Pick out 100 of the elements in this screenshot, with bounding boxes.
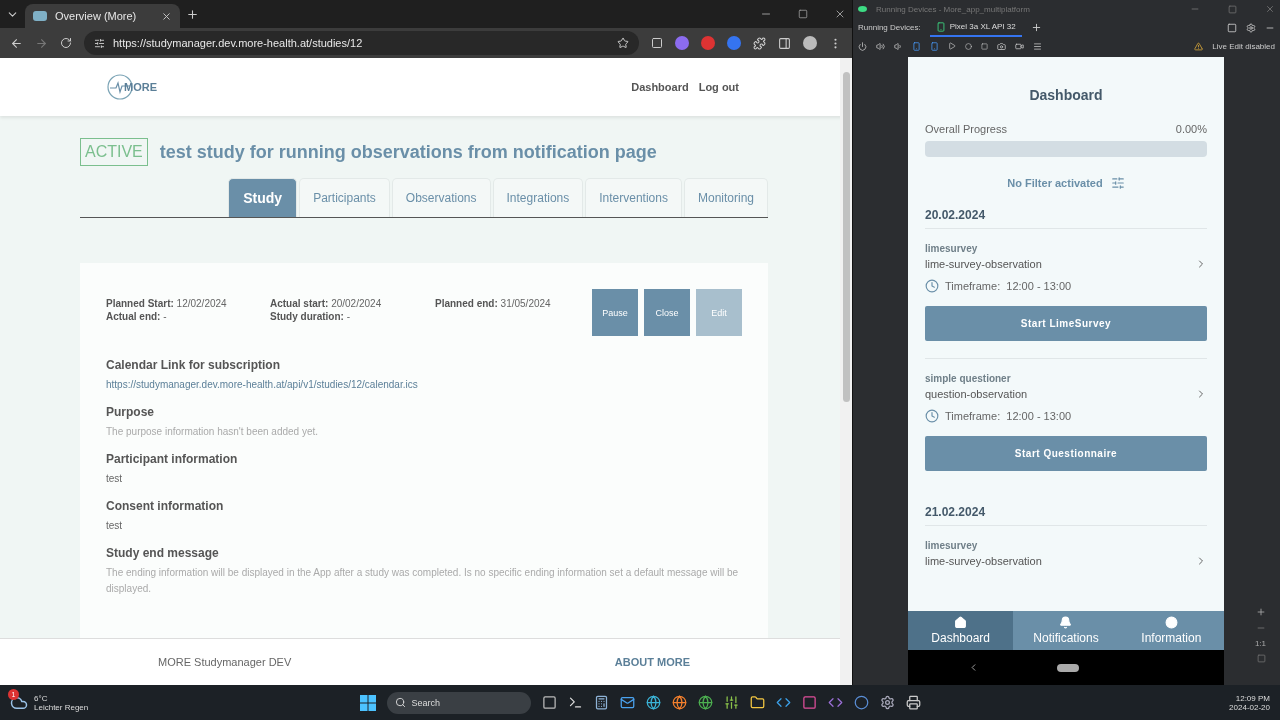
info-icon [1164,616,1178,629]
calendar-link[interactable]: https://studymanager.dev.more-health.at/api/v1/studies/12/calendar.ics [106,377,742,393]
rotate-icon[interactable] [912,41,921,51]
observation-type: limesurvey [925,540,979,551]
profile-avatar[interactable] [803,36,817,50]
extension-icon[interactable] [675,36,689,50]
tab[interactable]: Integrations [492,178,584,217]
video-icon[interactable] [1015,41,1024,51]
taskbar-search[interactable]: Search [386,691,531,714]
date-heading: 21.02.2024 [925,505,1207,526]
phone-icon [935,21,946,32]
app-icon[interactable] [853,695,869,710]
code-editor-icon[interactable] [775,695,791,710]
scrollbar[interactable] [842,72,850,402]
mail-icon[interactable] [619,695,635,710]
section-text: The purpose information hasn't been added yet. [106,425,320,439]
timeframe: Timeframe: 12:00 - 13:00 [945,280,1072,292]
observation-name[interactable]: question-observation [925,388,1028,400]
add-icon[interactable] [1030,22,1042,33]
screen-title: Dashboard [1028,87,1104,103]
close-icon[interactable] [1265,4,1275,14]
terminal-icon[interactable] [567,695,583,710]
zoom-in-icon[interactable] [1256,607,1266,617]
close-icon[interactable] [834,8,846,20]
settings-icon[interactable] [1246,22,1256,33]
power-icon[interactable] [858,41,867,51]
address-bar[interactable]: https://studymanager.dev.more-health.at/studies/12 [84,31,639,55]
section-heading: Participant information [106,452,239,466]
reload-icon[interactable] [60,37,72,49]
browser-icon[interactable] [645,695,661,710]
printer-icon[interactable] [905,695,921,710]
tab[interactable]: Observations [391,178,491,217]
ide-icon[interactable] [827,695,843,710]
forward-icon[interactable] [35,36,48,50]
date-field: Study duration: - [270,311,435,322]
action-button[interactable]: Close [644,289,690,336]
weather-condition: Leichter Regen [34,702,89,712]
tab[interactable]: Monitoring [683,178,768,217]
bottom-nav-item[interactable]: Information [1118,611,1224,650]
camera-icon[interactable] [997,41,1006,51]
observation-type: simple questioner [925,373,1012,384]
observation-name[interactable]: lime-survey-observation [925,555,1042,567]
more-icon[interactable] [1033,41,1042,51]
favicon [33,11,47,21]
start-button[interactable]: Start LimeSurvey [925,306,1207,341]
editor-icon[interactable] [723,695,739,710]
bottom-nav-item[interactable]: Dashboard [908,611,1014,650]
date-field: Planned end: 31/05/2024 [435,298,592,309]
about-link[interactable]: ABOUT MORE [614,656,690,668]
clock-time: 12:09 PM [1235,693,1270,703]
start-icon[interactable] [359,694,376,711]
clock-date: 2024-02-20 [1229,702,1270,712]
side-panel-icon[interactable] [778,36,791,50]
browser-icon[interactable] [697,695,713,710]
rotate-icon[interactable] [930,41,939,51]
nav-link[interactable]: Log out [698,81,739,93]
filter-icon[interactable] [1110,176,1125,190]
panel-label: Running Devices: [858,23,921,32]
section-heading: Consent information [106,499,225,513]
home-pill[interactable] [1057,663,1079,672]
logo-text: MORE [124,81,157,93]
calculator-icon[interactable] [593,695,609,710]
clock-icon [925,409,939,423]
progress-value: 0.00% [1175,123,1207,135]
new-tab-icon[interactable] [186,7,199,21]
folder-icon[interactable] [749,695,765,710]
start-button[interactable]: Start Questionnaire [925,436,1207,471]
browser-tab[interactable]: Overview (More) [25,4,180,28]
window-title: Running Devices - More_app_multiplatform [876,4,1030,14]
tab[interactable]: Interventions [585,178,682,217]
zoom-reset[interactable]: 1:1 [1254,639,1266,648]
live-edit-status: Live Edit disabled [1212,41,1275,51]
close-icon[interactable] [161,10,172,22]
tab[interactable]: Study [228,178,298,217]
action-button[interactable]: Pause [592,289,638,336]
extensions-icon[interactable] [753,36,766,50]
ide-icon[interactable] [801,695,817,710]
extension-icon[interactable] [651,37,663,49]
site-info-icon [94,37,105,49]
filter-status: No Filter activated [1007,177,1103,189]
progress-label: Overall Progress [925,123,1007,135]
date-field: Actual end: - [106,311,270,322]
search-icon [394,697,406,708]
settings-icon[interactable] [879,695,895,710]
volume-up-icon[interactable] [876,41,885,51]
layout-icon[interactable] [1227,22,1237,33]
task-view-icon[interactable] [541,695,557,710]
observation-name[interactable]: lime-survey-observation [925,258,1042,270]
device-tab[interactable]: Pixel 3a XL API 32 [929,18,1022,37]
maximize-icon[interactable] [798,9,808,19]
tab[interactable]: Participants [299,178,390,217]
bookmark-icon[interactable] [617,37,629,49]
volume-down-icon[interactable] [894,41,903,51]
bottom-nav-item[interactable]: Notifications [1013,611,1119,650]
date-field: Actual start: 20/02/2024 [270,298,435,309]
section-text: test [106,519,124,533]
nav-link[interactable]: Dashboard [631,81,689,93]
study-title: test study for running observations from notification page [159,141,657,163]
browser-icon[interactable] [671,695,687,710]
clock-icon [925,279,939,293]
